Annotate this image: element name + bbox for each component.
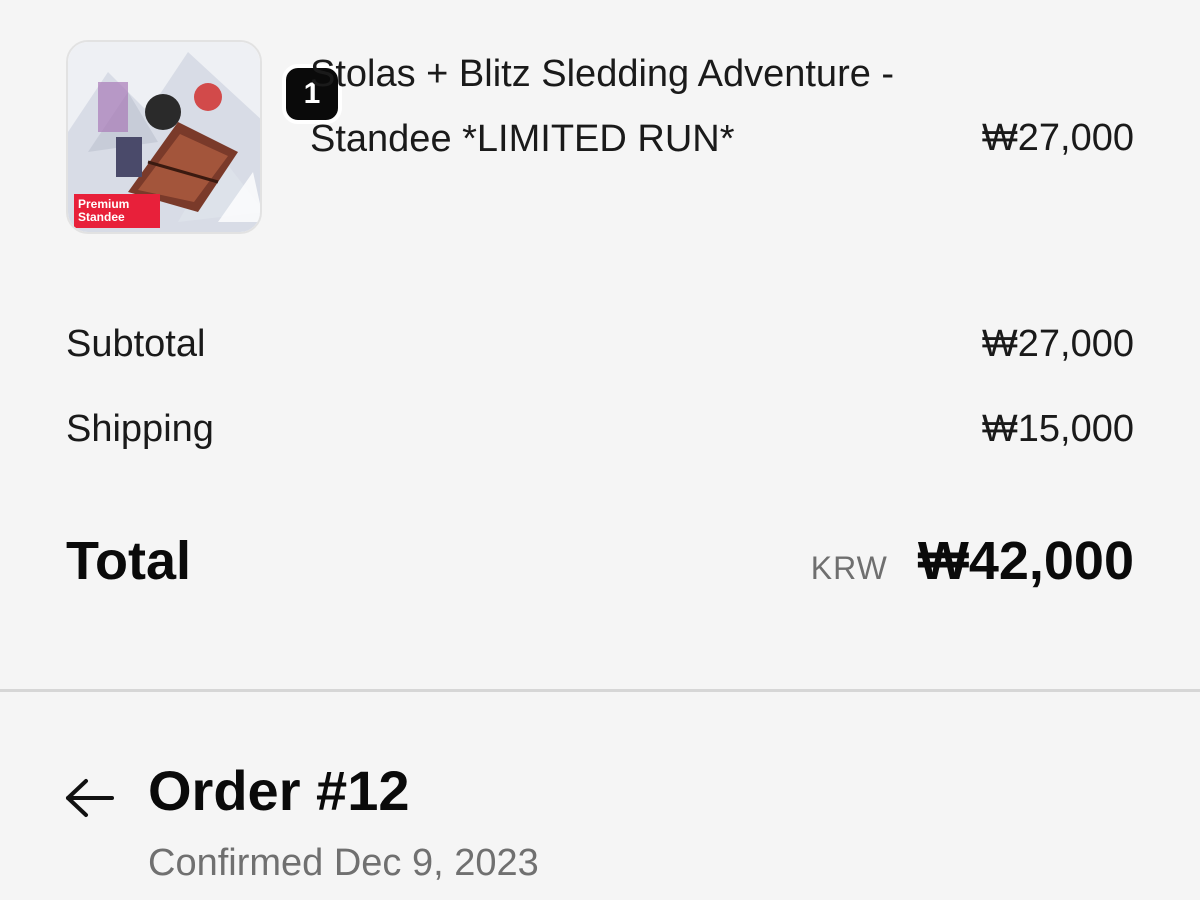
- product-price: ₩27,000: [981, 117, 1134, 159]
- order-confirmed-date: Confirmed Dec 9, 2023: [148, 842, 539, 884]
- order-number-title: Order #12: [148, 759, 410, 822]
- product-thumbnail[interactable]: Premium Standee: [66, 40, 262, 234]
- total-amount-group: KRW ₩42,000: [811, 530, 1134, 592]
- shipping-label: Shipping: [66, 408, 214, 450]
- total-row: Total KRW ₩42,000: [66, 530, 1134, 592]
- total-value: ₩42,000: [917, 531, 1134, 591]
- subtotal-label: Subtotal: [66, 323, 206, 365]
- total-label: Total: [66, 531, 191, 591]
- currency-code: KRW: [810, 550, 888, 586]
- subtotal-value: ₩27,000: [981, 323, 1134, 365]
- arrow-left-icon: [66, 779, 114, 817]
- shipping-row: Shipping ₩15,000: [66, 408, 1134, 451]
- order-summary-page: Premium Standee 1 Stolas + Blitz Sleddin…: [0, 0, 1200, 900]
- subtotal-row: Subtotal ₩27,000: [66, 323, 1134, 366]
- product-thumbnail-wrapper: Premium Standee 1: [66, 40, 342, 236]
- product-name: Stolas + Blitz Sledding Adventure - Stan…: [310, 53, 895, 160]
- shipping-value: ₩15,000: [981, 408, 1134, 450]
- premium-standee-tag: Premium Standee: [74, 194, 160, 228]
- back-button[interactable]: [62, 770, 118, 826]
- section-divider: [0, 689, 1200, 692]
- redaction-mask: [418, 756, 658, 830]
